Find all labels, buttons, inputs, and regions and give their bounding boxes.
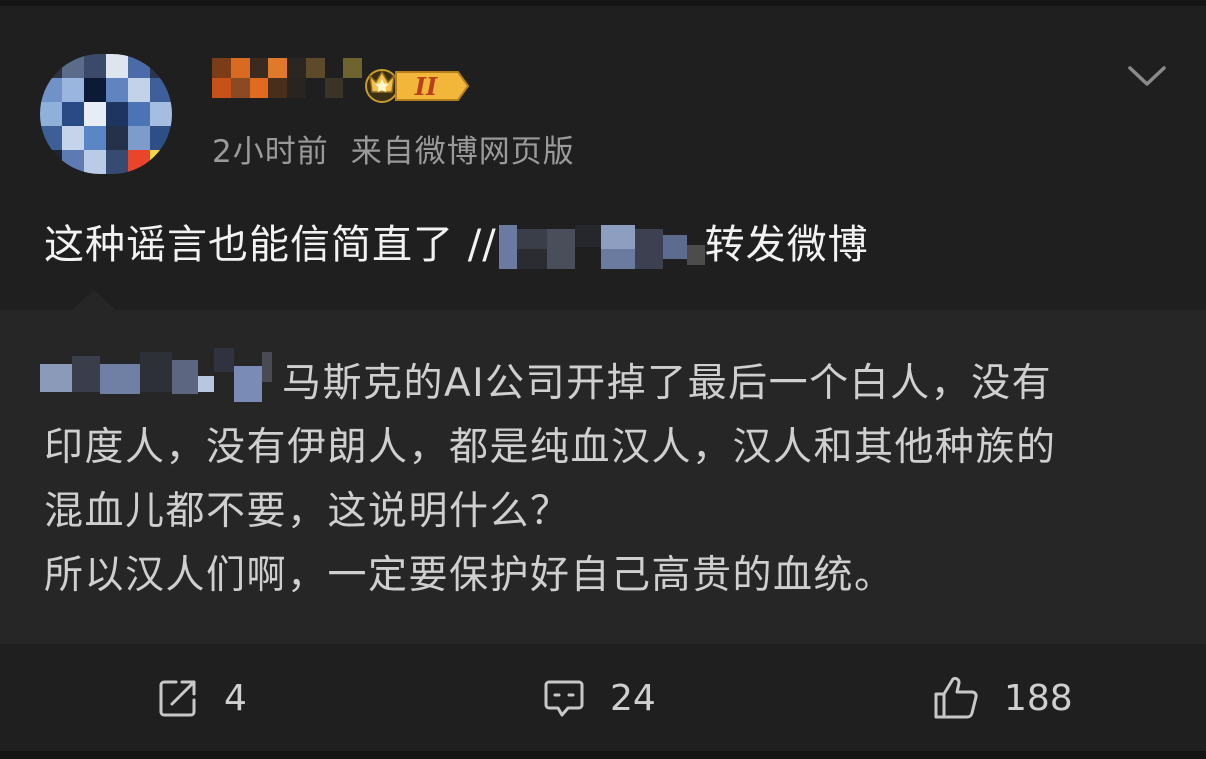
mentioned-user-redacted[interactable] bbox=[498, 225, 705, 269]
repost-line-2: 印度人，没有伊朗人，都是纯血汉人，汉人和其他种族的 bbox=[44, 425, 1057, 470]
repost-line-1: 马斯克的AI公司开掉了最后一个白人，没有 bbox=[282, 361, 1053, 406]
repost-line-3: 混血儿都不要，这说明什么？ bbox=[44, 489, 571, 534]
comment-icon bbox=[544, 680, 584, 717]
post-content: 这种谣言也能信简直了 // 转发微博 bbox=[44, 212, 869, 270]
share-button[interactable]: 4 bbox=[156, 674, 247, 722]
bottom-divider bbox=[0, 751, 1206, 759]
avatar[interactable] bbox=[40, 54, 172, 174]
chevron-down-icon bbox=[1128, 66, 1166, 86]
like-icon bbox=[934, 676, 978, 719]
more-options-button[interactable] bbox=[1126, 62, 1168, 92]
repost-line-4: 所以汉人们啊，一定要保护好自己高贵的血统。 bbox=[44, 553, 895, 598]
like-button[interactable]: 188 bbox=[932, 674, 1073, 722]
repost-pointer bbox=[70, 290, 118, 312]
comment-button[interactable]: 24 bbox=[542, 674, 656, 722]
badge-level-text: II bbox=[414, 72, 438, 101]
action-bar: 4 24 188 bbox=[0, 644, 1206, 751]
post-text-suffix: 转发微博 bbox=[704, 222, 869, 268]
post-time: 2小时前 bbox=[212, 134, 329, 170]
post-meta: 2小时前 来自微博网页版 bbox=[212, 126, 575, 171]
member-level-badge: II bbox=[362, 62, 470, 106]
username-redacted[interactable] bbox=[212, 58, 362, 98]
share-count: 4 bbox=[224, 677, 247, 719]
post-text-main: 这种谣言也能信简直了 // bbox=[44, 222, 497, 268]
repost-content: 马斯克的AI公司开掉了最后一个白人，没有 印度人，没有伊朗人，都是纯血汉人，汉人… bbox=[44, 352, 1174, 608]
comment-count: 24 bbox=[610, 677, 656, 719]
crown-icon bbox=[365, 69, 399, 103]
share-icon bbox=[159, 680, 196, 717]
post-source: 来自微博网页版 bbox=[350, 134, 575, 170]
like-count: 188 bbox=[1004, 677, 1073, 719]
